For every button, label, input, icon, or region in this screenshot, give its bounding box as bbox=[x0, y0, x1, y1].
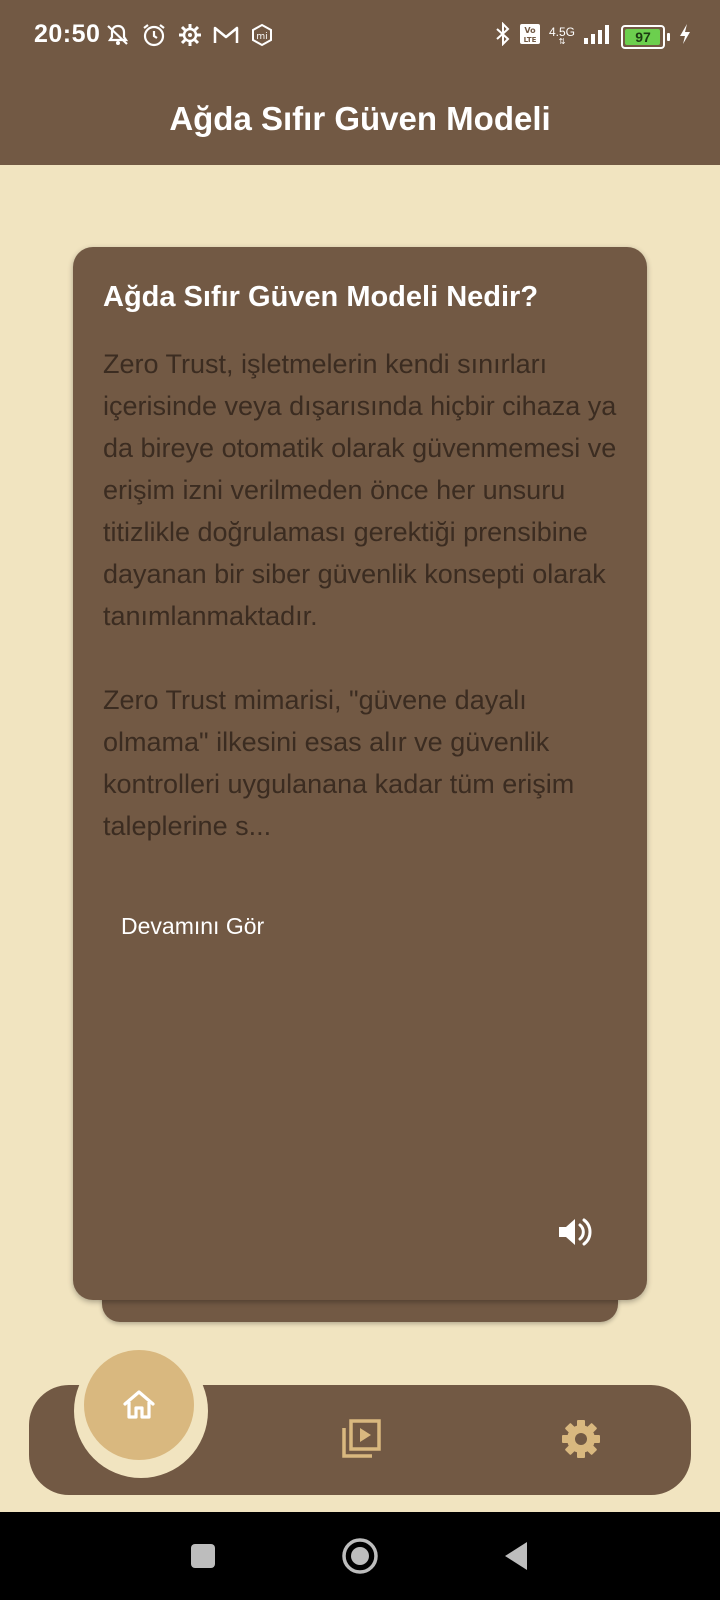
square-icon bbox=[191, 1544, 215, 1568]
status-bar: 20:50 mi Vo LTE 4.5G ⇅ 97 bbox=[0, 0, 720, 72]
battery-percent: 97 bbox=[635, 28, 651, 45]
nav-settings-button[interactable] bbox=[560, 1418, 602, 1460]
volte-icon: Vo LTE bbox=[519, 23, 541, 50]
see-more-button[interactable]: Devamını Gör bbox=[121, 913, 264, 940]
battery-icon: 97 bbox=[621, 24, 665, 49]
svg-text:LTE: LTE bbox=[524, 36, 537, 44]
home-icon bbox=[123, 1390, 155, 1419]
mi-icon: mi bbox=[248, 22, 276, 48]
alarm-icon bbox=[140, 22, 168, 48]
signal-icon bbox=[583, 23, 613, 50]
speaker-button[interactable] bbox=[555, 1212, 595, 1252]
back-triangle-icon bbox=[505, 1542, 527, 1570]
circle-icon bbox=[342, 1538, 378, 1574]
settings-icon bbox=[562, 1420, 600, 1458]
page-title: Ağda Sıfır Güven Modeli bbox=[169, 99, 551, 137]
card-title: Ağda Sıfır Güven Modeli Nedir? bbox=[103, 281, 539, 313]
network-type: 4.5G ⇅ bbox=[548, 24, 575, 47]
status-system-icons: Vo LTE 4.5G ⇅ 97 bbox=[495, 21, 692, 51]
gmail-icon bbox=[212, 22, 240, 48]
battery-tip bbox=[667, 32, 670, 41]
recents-button[interactable] bbox=[183, 1536, 223, 1576]
status-notification-icons: mi bbox=[104, 22, 276, 48]
home-system-button[interactable] bbox=[340, 1536, 380, 1576]
card-body-text: Zero Trust, işletmelerin kendi sınırları… bbox=[103, 349, 617, 841]
mute-icon bbox=[104, 22, 132, 48]
bluetooth-icon bbox=[495, 21, 511, 51]
svg-text:mi: mi bbox=[256, 32, 267, 42]
network-label: 4.5G bbox=[548, 24, 575, 39]
info-card: Ağda Sıfır Güven Modeli Nedir? Zero Trus… bbox=[73, 247, 647, 1300]
settings-gear-icon bbox=[176, 22, 204, 48]
video-library-icon bbox=[342, 1419, 381, 1458]
data-arrows-icon: ⇅ bbox=[558, 36, 566, 46]
charging-icon bbox=[678, 23, 692, 50]
speaker-icon bbox=[559, 1218, 592, 1246]
nav-home-button[interactable] bbox=[84, 1350, 194, 1460]
svg-text:Vo: Vo bbox=[524, 26, 536, 35]
nav-video-library-button[interactable] bbox=[340, 1418, 382, 1460]
status-time: 20:50 bbox=[34, 20, 101, 48]
back-button[interactable] bbox=[497, 1536, 537, 1576]
app-bar: Ağda Sıfır Güven Modeli bbox=[0, 72, 720, 165]
